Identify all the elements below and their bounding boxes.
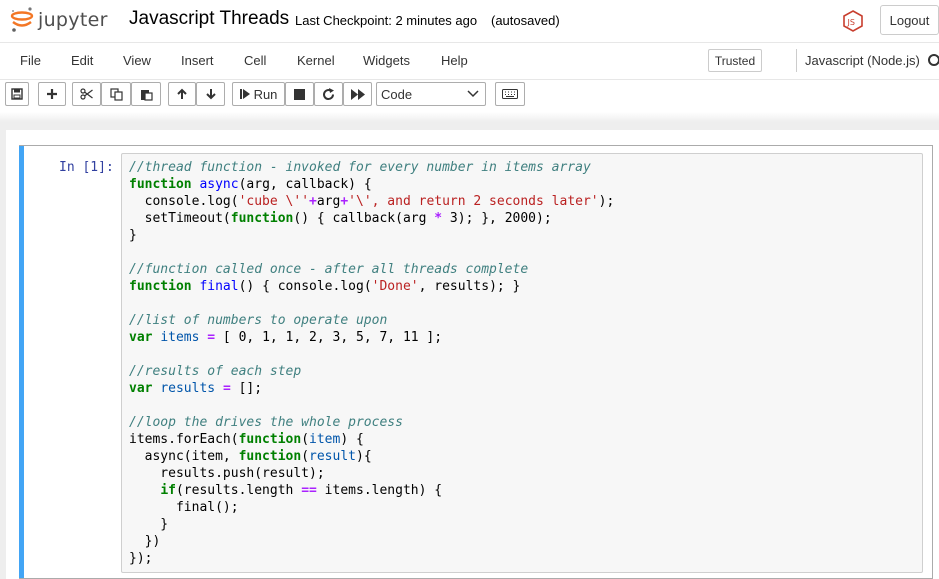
interrupt-button[interactable] xyxy=(285,82,314,106)
copy-icon xyxy=(109,87,123,101)
notebook-container: In [1]: //thread function - invoked for … xyxy=(6,130,939,579)
code-editor[interactable]: //thread function - invoked for every nu… xyxy=(121,153,923,573)
menu-kernel[interactable]: Kernel xyxy=(297,53,335,68)
restart-icon xyxy=(323,87,335,100)
nodejs-logo-icon: JS xyxy=(843,10,863,32)
cell-type-select[interactable]: Code xyxy=(376,82,486,106)
stop-icon xyxy=(294,88,305,100)
menu-file[interactable]: File xyxy=(20,53,41,68)
run-button[interactable]: Run xyxy=(232,82,285,106)
checkpoint-status: Last Checkpoint: 2 minutes ago xyxy=(295,13,478,28)
cut-button[interactable] xyxy=(72,82,101,106)
kernel-name: Javascript (Node.js) xyxy=(796,49,920,72)
input-prompt: In [1]: xyxy=(59,160,114,175)
code-text: //thread function - invoked for every nu… xyxy=(129,160,615,566)
cell-selection-bar xyxy=(19,146,24,578)
autosave-status: (autosaved) xyxy=(491,13,560,28)
menu-cell[interactable]: Cell xyxy=(244,53,266,68)
chevron-down-icon xyxy=(467,90,479,98)
cut-icon xyxy=(79,88,93,100)
command-palette-button[interactable] xyxy=(495,82,525,106)
svg-text:JS: JS xyxy=(847,18,855,27)
menu-view[interactable]: View xyxy=(123,53,151,68)
plus-icon xyxy=(47,89,57,99)
restart-button[interactable] xyxy=(314,82,343,106)
trusted-indicator[interactable]: Trusted xyxy=(708,49,762,72)
cell-type-value: Code xyxy=(381,86,413,102)
fast-forward-icon xyxy=(350,88,365,100)
keyboard-icon xyxy=(502,89,518,99)
menu-help[interactable]: Help xyxy=(441,53,468,68)
logo-text: jupyter xyxy=(38,9,108,31)
jupyter-logo-icon xyxy=(10,7,34,32)
toolbar-shadow xyxy=(0,112,939,122)
kernel-status-icon xyxy=(928,54,939,66)
move-up-button[interactable] xyxy=(168,82,196,106)
run-icon xyxy=(239,89,250,99)
insert-cell-button[interactable] xyxy=(38,82,66,106)
menu-edit[interactable]: Edit xyxy=(71,53,93,68)
menu-widgets[interactable]: Widgets xyxy=(363,53,410,68)
toolbar: Run Code xyxy=(0,80,939,112)
header: jupyter Javascript Threads Last Checkpoi… xyxy=(0,0,939,42)
menubar: File Edit View Insert Cell Kernel Widget… xyxy=(0,42,939,80)
arrow-up-icon xyxy=(177,88,187,99)
logout-button[interactable]: Logout xyxy=(880,5,939,35)
paste-icon xyxy=(140,89,153,101)
save-button[interactable] xyxy=(5,82,29,106)
paste-button[interactable] xyxy=(131,82,161,106)
save-icon xyxy=(11,88,23,100)
code-cell[interactable]: In [1]: //thread function - invoked for … xyxy=(19,145,933,579)
jupyter-logo[interactable]: jupyter xyxy=(10,6,108,34)
move-down-button[interactable] xyxy=(196,82,225,106)
run-label: Run xyxy=(253,86,278,102)
arrow-down-icon xyxy=(205,89,216,100)
menu-insert[interactable]: Insert xyxy=(181,53,214,68)
restart-run-all-button[interactable] xyxy=(343,82,372,106)
notebook-name[interactable]: Javascript Threads xyxy=(129,8,289,30)
copy-button[interactable] xyxy=(101,82,131,106)
